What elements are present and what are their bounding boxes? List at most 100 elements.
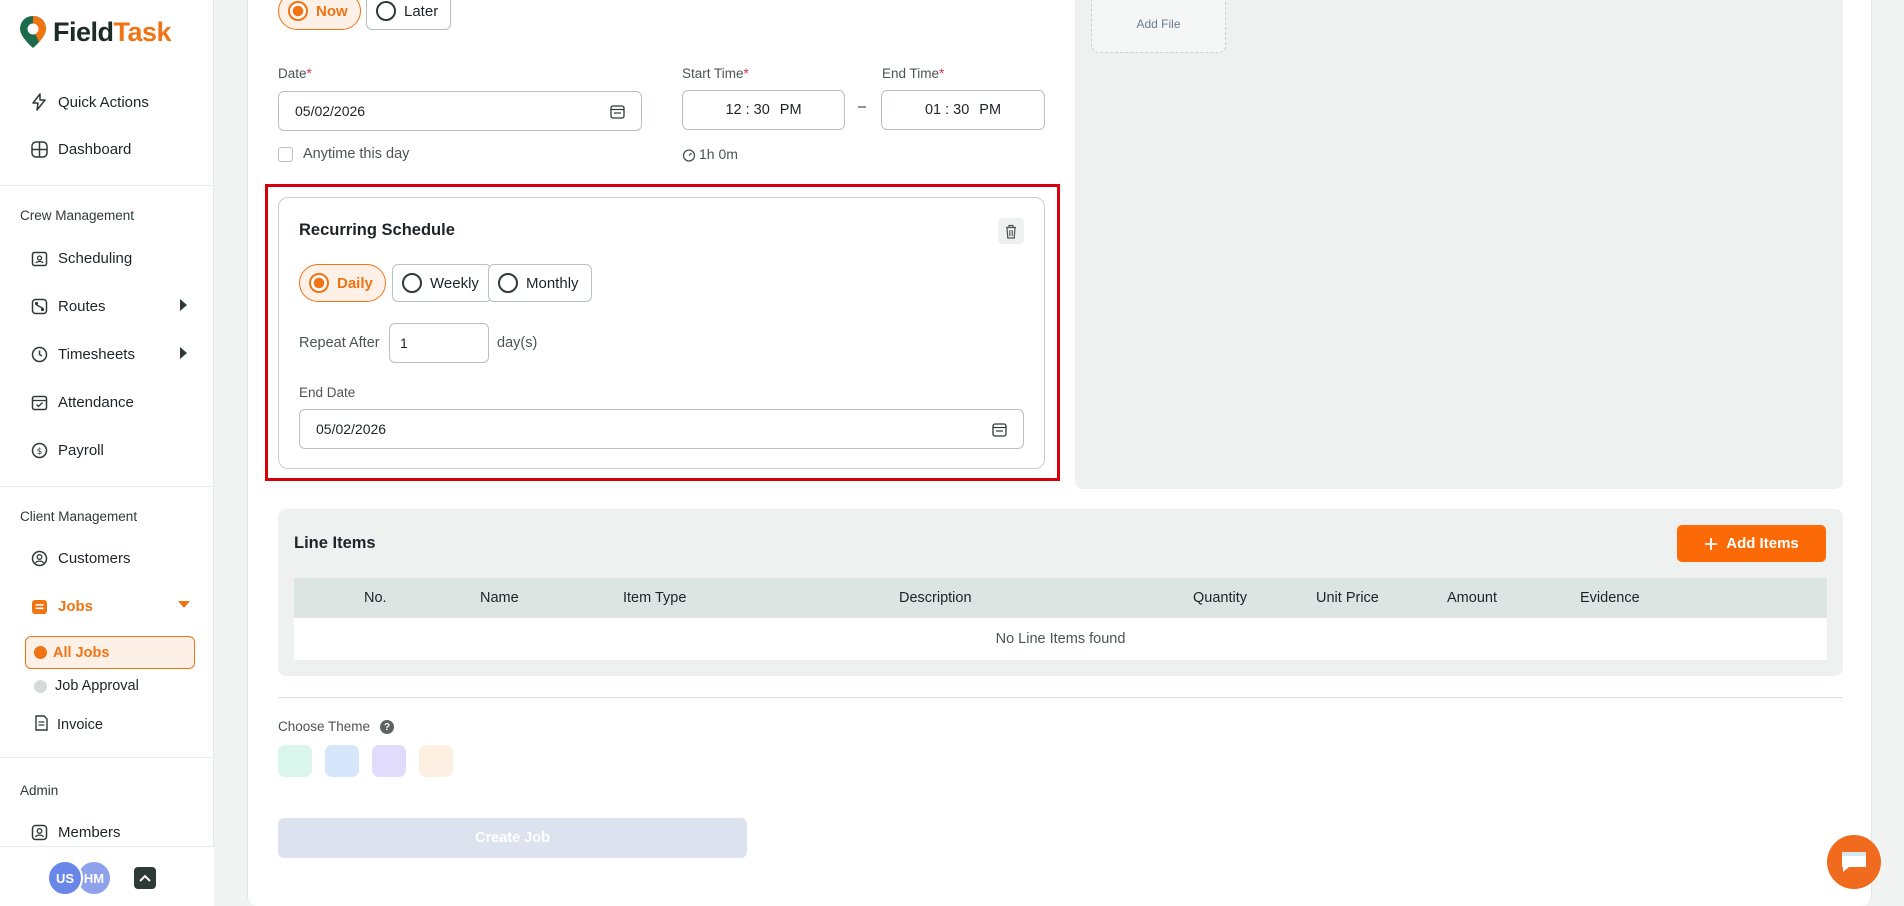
chevron-right-icon[interactable] xyxy=(180,347,187,359)
section-client-management: Client Management xyxy=(20,509,138,524)
start-minute[interactable]: 30 xyxy=(754,102,770,118)
sidebar-subitem-all-jobs[interactable]: All Jobs xyxy=(25,636,195,669)
user-icon xyxy=(30,823,48,841)
sidebar-item-customers[interactable]: Customers xyxy=(30,546,131,570)
sidebar-item-scheduling[interactable]: Scheduling xyxy=(30,246,132,270)
date-value: 05/02/2026 xyxy=(295,103,366,119)
anytime-checkbox[interactable] xyxy=(278,147,293,162)
chat-button[interactable] xyxy=(1827,835,1881,889)
sidebar-item-label: Routes xyxy=(58,297,106,315)
time-separator: – xyxy=(858,99,867,115)
sidebar-item-timesheets[interactable]: Timesheets xyxy=(30,342,135,366)
when-now-radio[interactable]: Now xyxy=(278,0,361,30)
radio-icon xyxy=(498,273,518,293)
logo[interactable]: FieldTask xyxy=(19,15,172,49)
help-icon[interactable]: ? xyxy=(380,720,394,734)
end-ampm[interactable]: PM xyxy=(979,102,1001,118)
sidebar-subitem-invoice[interactable]: Invoice xyxy=(34,715,103,735)
recurring-schedule-title: Recurring Schedule xyxy=(299,221,455,239)
sidebar-item-label: Attendance xyxy=(58,393,134,411)
column-header: Unit Price xyxy=(1316,590,1379,606)
sidebar-item-members[interactable]: Members xyxy=(30,820,121,844)
sidebar-item-quick-actions[interactable]: Quick Actions xyxy=(30,90,149,114)
sidebar-item-label: Scheduling xyxy=(58,249,133,267)
theme-swatch-purple[interactable] xyxy=(372,745,406,777)
sidebar-item-label: Jobs xyxy=(58,597,94,615)
sidebar-item-routes[interactable]: Routes xyxy=(30,294,190,318)
sidebar-item-label: Customers xyxy=(58,549,131,567)
table-empty-message: No Line Items found xyxy=(294,618,1827,660)
add-file-dropzone[interactable]: Add File xyxy=(1091,0,1226,53)
line-items-title: Line Items xyxy=(294,534,376,552)
repeat-unit-label: day(s) xyxy=(497,335,538,351)
collapse-up-button[interactable] xyxy=(134,867,156,889)
bolt-icon xyxy=(30,93,48,111)
radio-icon xyxy=(402,273,422,293)
sidebar-subitem-label: Job Approval xyxy=(55,678,139,694)
sidebar: FieldTask Quick Actions Dashboard Crew M… xyxy=(0,0,214,906)
theme-swatch-peach[interactable] xyxy=(419,745,453,777)
radio-label: Daily xyxy=(337,274,373,292)
radio-label: Monthly xyxy=(526,274,579,292)
recurrence-daily-radio[interactable]: Daily xyxy=(299,264,386,302)
choose-theme-label: Choose Theme xyxy=(278,719,371,734)
column-header: Item Type xyxy=(623,590,687,606)
column-header: Amount xyxy=(1447,590,1497,606)
calendar-icon[interactable] xyxy=(610,104,625,119)
section-crew-management: Crew Management xyxy=(20,208,135,223)
sidebar-subitem-label: Invoice xyxy=(57,717,103,733)
attachments-panel xyxy=(1075,0,1843,489)
avatar[interactable]: US xyxy=(47,860,83,896)
date-label: Date* xyxy=(278,66,312,81)
when-later-radio[interactable]: Later xyxy=(366,0,452,30)
divider xyxy=(278,697,1843,698)
end-time-field[interactable]: 01:30 PM xyxy=(881,90,1045,130)
end-minute[interactable]: 30 xyxy=(953,102,969,118)
calendar-icon[interactable] xyxy=(992,422,1007,437)
chevron-up-icon xyxy=(139,874,151,882)
theme-swatch-green[interactable] xyxy=(278,745,312,777)
dollar-icon: $ xyxy=(30,441,48,459)
create-job-button[interactable]: Create Job xyxy=(278,818,747,858)
radio-label: Weekly xyxy=(430,274,479,292)
start-time-label: Start Time* xyxy=(682,66,749,81)
recurrence-monthly-radio[interactable]: Monthly xyxy=(488,264,592,302)
sidebar-subitem-job-approval[interactable]: Job Approval xyxy=(34,678,139,694)
sidebar-item-label: Timesheets xyxy=(58,345,135,363)
recurrence-weekly-radio[interactable]: Weekly xyxy=(392,264,492,302)
sidebar-item-jobs[interactable]: Jobs xyxy=(30,594,93,618)
chevron-right-icon[interactable] xyxy=(180,299,187,311)
theme-swatch-blue[interactable] xyxy=(325,745,359,777)
column-header: Evidence xyxy=(1580,590,1640,606)
chat-icon xyxy=(1842,852,1866,872)
plus-icon xyxy=(1705,537,1718,550)
column-header: No. xyxy=(364,590,387,606)
repeat-after-label: Repeat After xyxy=(299,335,380,351)
repeat-after-input[interactable]: 1 xyxy=(389,323,489,363)
radio-icon xyxy=(288,1,308,21)
dot-icon xyxy=(34,679,47,693)
sidebar-item-attendance[interactable]: Attendance xyxy=(30,390,134,414)
route-icon xyxy=(30,297,48,315)
sidebar-item-dashboard[interactable]: Dashboard xyxy=(30,137,131,161)
add-items-button[interactable]: Add Items xyxy=(1677,525,1826,562)
calendar-check-icon xyxy=(30,393,48,411)
end-date-field[interactable]: 05/02/2026 xyxy=(299,409,1024,449)
anytime-label: Anytime this day xyxy=(303,146,410,162)
date-field[interactable]: 05/02/2026 xyxy=(278,91,642,131)
radio-icon xyxy=(376,1,396,21)
start-hour[interactable]: 12 xyxy=(725,102,741,118)
start-ampm[interactable]: PM xyxy=(780,102,802,118)
start-time-field[interactable]: 12:30 PM xyxy=(682,90,845,130)
user-circle-icon xyxy=(30,549,48,567)
chevron-down-icon[interactable] xyxy=(178,601,190,608)
brand-name: FieldTask xyxy=(53,16,172,47)
duration-text: 1h 0m xyxy=(699,146,738,162)
end-hour[interactable]: 01 xyxy=(925,102,941,118)
divider xyxy=(0,486,214,487)
delete-recurring-button[interactable] xyxy=(998,218,1024,244)
sidebar-item-payroll[interactable]: $ Payroll xyxy=(30,438,104,462)
section-admin: Admin xyxy=(20,783,59,798)
calendar-user-icon xyxy=(30,249,48,267)
end-time-label: End Time* xyxy=(882,66,945,81)
